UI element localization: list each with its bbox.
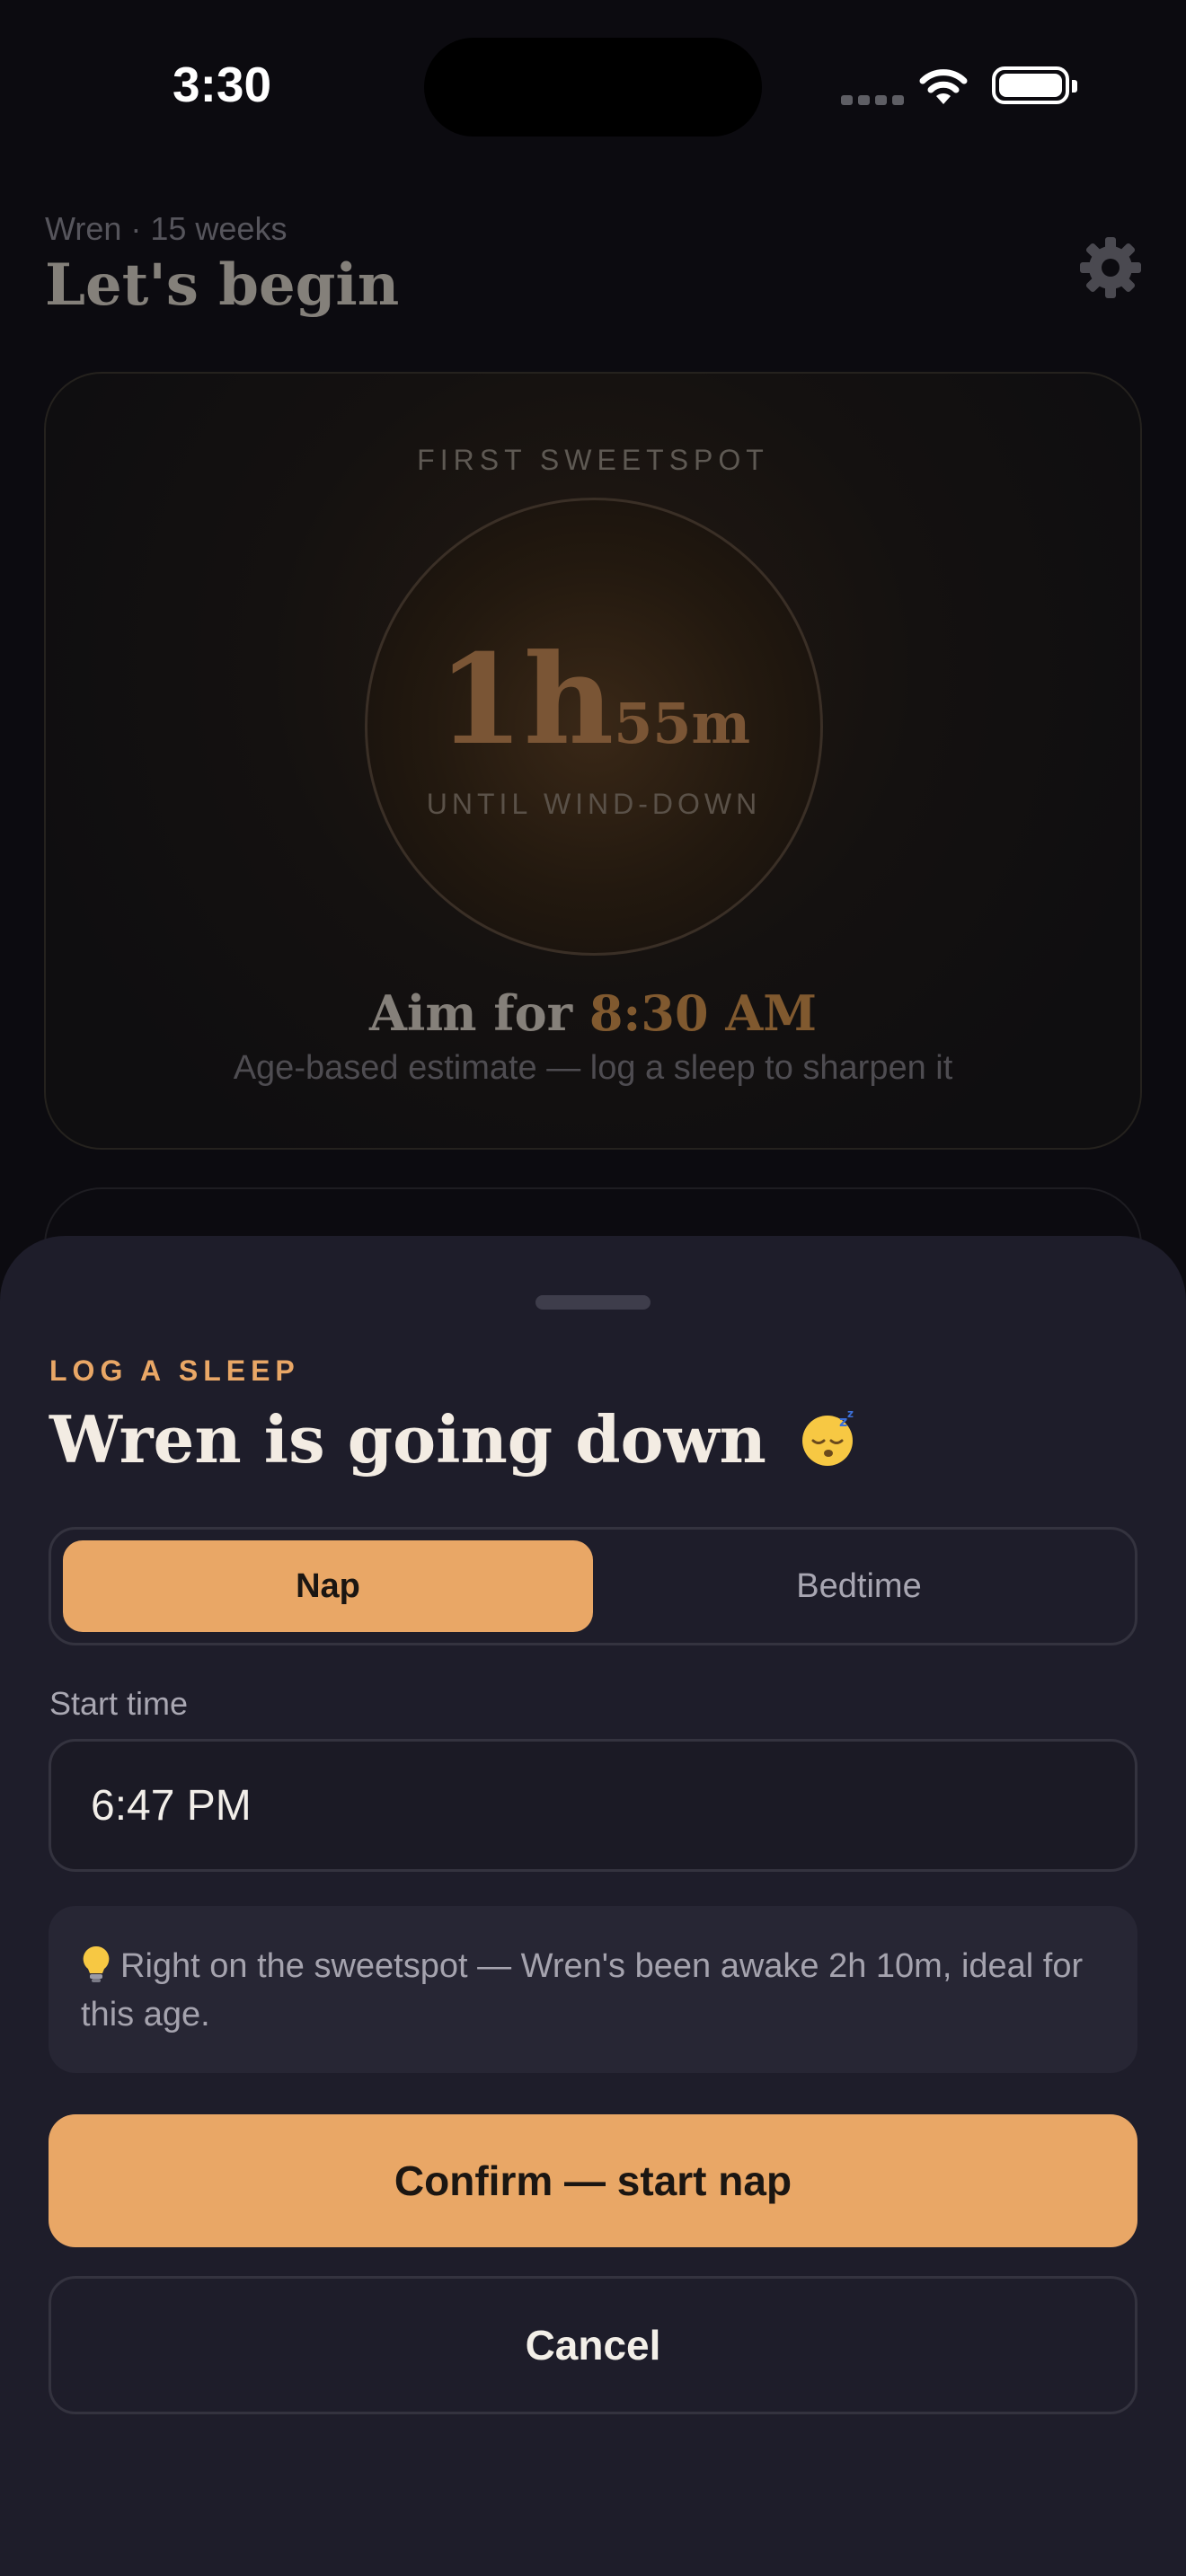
log-sleep-sheet: LOG A SLEEP Wren is going down z z Nap B…	[0, 1236, 1186, 2576]
countdown-label: UNTIL WIND-DOWN	[426, 788, 762, 820]
sleeping-face-icon: z z	[801, 1407, 854, 1466]
sheet-title: Wren is going down z z	[49, 1401, 861, 1478]
countdown-ring: 1h55m UNTIL WIND-DOWN	[365, 498, 823, 956]
gear-icon[interactable]	[1075, 232, 1146, 304]
start-time-input[interactable]: 6:47 PM	[49, 1739, 1137, 1872]
sheet-eyebrow: LOG A SLEEP	[49, 1354, 300, 1387]
sleep-type-segmented-control: Nap Bedtime	[49, 1527, 1137, 1645]
page-title: Let's begin	[45, 251, 400, 319]
sweetspot-hint: Right on the sweetspot — Wren's been awa…	[49, 1906, 1137, 2073]
countdown-hours: 1h	[437, 626, 615, 772]
sweetspot-card: FIRST SWEETSPOT 1h55m UNTIL WIND-DOWN Ai…	[44, 372, 1142, 1150]
sweetspot-hint-text: Right on the sweetspot — Wren's been awa…	[81, 1947, 1084, 2033]
svg-text:z: z	[847, 1407, 854, 1420]
svg-text:z: z	[839, 1413, 847, 1430]
segment-bedtime[interactable]: Bedtime	[594, 1540, 1124, 1632]
segment-nap[interactable]: Nap	[63, 1540, 593, 1632]
aim-time-value: 8:30 AM	[589, 984, 817, 1042]
sweetspot-eyebrow: FIRST SWEETSPOT	[417, 444, 769, 476]
baby-age-subtitle: Wren · 15 weeks	[45, 210, 288, 247]
aim-time: Aim for 8:30 AM	[46, 984, 1140, 1042]
start-time-label: Start time	[49, 1685, 189, 1722]
sheet-grabber[interactable]	[535, 1295, 651, 1310]
home-screen-background: Wren · 15 weeks Let's begin FIRST SWEETS…	[0, 0, 1186, 1367]
countdown-value: 1h55m	[367, 626, 820, 772]
countdown-minutes: 55m	[614, 691, 751, 756]
estimate-note: Age-based estimate — log a sleep to shar…	[233, 1049, 953, 1087]
aim-prefix: Aim for	[369, 984, 573, 1042]
lightbulb-icon	[83, 1945, 110, 1982]
sheet-title-text: Wren is going down	[49, 1401, 766, 1478]
cancel-button[interactable]: Cancel	[49, 2276, 1137, 2414]
confirm-start-nap-button[interactable]: Confirm — start nap	[49, 2114, 1137, 2247]
